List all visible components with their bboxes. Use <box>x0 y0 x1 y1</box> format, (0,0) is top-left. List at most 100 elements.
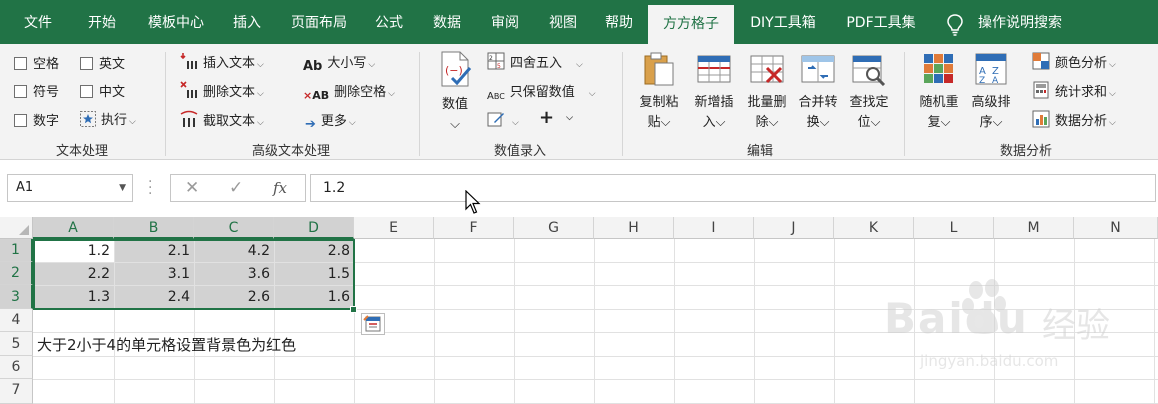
watermark-cn: 经验 <box>1042 306 1110 346</box>
find-locate-button[interactable]: 查找定 位⌵ <box>842 52 896 133</box>
svg-text:(−): (−) <box>445 64 463 77</box>
column-header-j[interactable]: J <box>754 217 834 239</box>
chevron-down-icon: ⌵ <box>660 115 671 130</box>
value-button[interactable]: (−) 数值 ⌵ <box>432 50 478 135</box>
name-box[interactable]: A1 ▼ <box>7 174 133 202</box>
color-analysis-button[interactable]: 颜色分析 ⌵ <box>1032 52 1116 71</box>
tab-review[interactable]: 审阅 <box>482 0 528 44</box>
chevron-down-icon: ⌵ <box>388 89 395 99</box>
tab-page-layout[interactable]: 页面布局 <box>282 0 356 44</box>
tab-pdf-tools[interactable]: PDF工具集 <box>834 0 928 44</box>
copy-paste-button[interactable]: 复制粘 贴⌵ <box>632 52 686 133</box>
column-header-a[interactable]: A <box>33 217 114 239</box>
more-button[interactable]: ➔ 更多 ⌵ <box>305 110 356 132</box>
column-header-d[interactable]: D <box>274 217 354 239</box>
more-label: 更多 <box>320 114 347 129</box>
batch-delete-button[interactable]: 批量删 除⌵ <box>740 52 794 133</box>
tab-diy-toolbox[interactable]: DIY工具箱 <box>744 0 822 44</box>
checkbox-symbol[interactable]: 符号 <box>14 81 59 100</box>
column-header-l[interactable]: L <box>914 217 994 239</box>
advanced-sort-button[interactable]: AZZA 高级排 序⌵ <box>964 52 1018 133</box>
column-header-m[interactable]: M <box>994 217 1074 239</box>
cancel-icon[interactable]: ✕ <box>185 178 199 198</box>
column-header-h[interactable]: H <box>594 217 674 239</box>
checkbox-box[interactable] <box>80 57 93 70</box>
quick-analysis-button[interactable] <box>361 313 385 335</box>
column-header-e[interactable]: E <box>354 217 434 239</box>
execute-button[interactable]: 执行 ⌵ <box>80 109 136 128</box>
formula-input[interactable]: 1.2 <box>310 174 1156 202</box>
execute-label: 执行 <box>101 113 128 128</box>
chevron-down-icon: ⌵ <box>566 113 573 123</box>
tab-insert[interactable]: 插入 <box>224 0 270 44</box>
tab-fangfanggezi[interactable]: 方方格子 <box>648 5 734 44</box>
row-header-6[interactable]: 6 <box>0 356 33 379</box>
tab-formulas[interactable]: 公式 <box>366 0 412 44</box>
stat-sum-button[interactable]: 统计求和 ⌵ <box>1032 81 1116 100</box>
confirm-icon[interactable]: ✓ <box>229 178 243 198</box>
tab-home[interactable]: 开始 <box>76 0 128 44</box>
plus-button[interactable]: + ⌵ <box>539 107 573 128</box>
checkbox-box[interactable] <box>14 57 27 70</box>
column-header-k[interactable]: K <box>834 217 914 239</box>
color-analysis-label: 颜色分析 <box>1055 56 1108 71</box>
insert-text-button[interactable]: 插入文本 ⌵ <box>180 52 264 71</box>
column-header-b[interactable]: B <box>114 217 194 239</box>
column-header-g[interactable]: G <box>514 217 594 239</box>
formula-bar: A1 ▼ · · · ✕ ✓ fx 1.2 <box>0 161 1158 217</box>
insert-function-icon[interactable]: fx <box>273 179 287 197</box>
group-label-edit: 编辑 <box>746 144 773 159</box>
tab-view[interactable]: 视图 <box>540 0 586 44</box>
delete-space-button[interactable]: ×AB 删除空格 ⌵ <box>303 81 395 102</box>
column-header-f[interactable]: F <box>434 217 514 239</box>
checkbox-english-label: 英文 <box>99 57 126 72</box>
chevron-down-icon: ⌵ <box>588 89 596 99</box>
delete-text-button[interactable]: 删除文本 ⌵ <box>180 81 264 100</box>
row-header-7[interactable]: 7 <box>0 379 33 404</box>
cell-a5[interactable]: 大于2小于4的单元格设置背景色为红色 <box>37 334 296 356</box>
chevron-down-icon: ⌵ <box>368 60 376 70</box>
baidu-jingyan-watermark: Baidu 经验 jingyan.baidu.com <box>884 274 1144 384</box>
checkbox-english[interactable]: 英文 <box>80 53 125 72</box>
column-header-c[interactable]: C <box>194 217 274 239</box>
case-button[interactable]: Ab 大小写 ⌵ <box>303 52 375 74</box>
data-analysis-button[interactable]: 数据分析 ⌵ <box>1032 110 1116 129</box>
keep-value-button[interactable]: ABC 只保留数值 ⌵ <box>487 81 596 102</box>
row-header-1[interactable]: 1 <box>0 239 33 262</box>
row-header-3[interactable]: 3 <box>0 285 33 309</box>
round-button[interactable]: 2 5 四舍五入 ⌵ <box>487 52 583 71</box>
tab-help[interactable]: 帮助 <box>596 0 642 44</box>
batch-delete-label-2: 除⌵ <box>755 115 779 130</box>
find-locate-label: 查找定 <box>849 95 889 110</box>
add-insert-button[interactable]: 新增插 入⌵ <box>687 52 741 133</box>
column-header-i[interactable]: I <box>674 217 754 239</box>
tab-template-center[interactable]: 模板中心 <box>140 0 212 44</box>
fill-handle[interactable] <box>350 306 357 313</box>
random-repeat-button[interactable]: 随机重 复⌵ <box>912 52 966 133</box>
tab-data[interactable]: 数据 <box>424 0 470 44</box>
advanced-sort-label: 高级排 <box>971 95 1011 110</box>
select-all-corner[interactable] <box>0 217 33 239</box>
edit-value-button[interactable]: ⌵ <box>487 110 519 129</box>
checkbox-box[interactable] <box>14 85 27 98</box>
column-header-n[interactable]: N <box>1074 217 1158 239</box>
insert-text-icon <box>180 53 197 69</box>
checkbox-space-label: 空格 <box>33 57 60 72</box>
checkbox-number[interactable]: 数字 <box>14 110 59 129</box>
checkbox-box[interactable] <box>80 85 93 98</box>
extract-text-button[interactable]: 截取文本 ⌵ <box>180 110 264 129</box>
merge-convert-button[interactable]: 合并转 换⌵ <box>791 52 845 133</box>
row-header-2[interactable]: 2 <box>0 262 33 285</box>
star-icon <box>80 111 96 127</box>
chevron-down-icon: ⌵ <box>257 60 264 70</box>
chevron-down-icon[interactable]: ▼ <box>119 175 126 201</box>
row-header-4[interactable]: 4 <box>0 309 33 332</box>
checkbox-chinese[interactable]: 中文 <box>80 81 125 100</box>
tab-file[interactable]: 文件 <box>12 0 64 44</box>
row-header-5[interactable]: 5 <box>0 332 33 356</box>
checkbox-box[interactable] <box>14 114 27 127</box>
tell-me-search[interactable]: 操作说明搜索 <box>946 0 1062 44</box>
ribbon: 空格 英文 符号 中文 数字 执行 ⌵ 文本处理 插入文本 ⌵ 删除文本 ⌵ 截取文本… <box>0 44 1158 160</box>
tell-me-label: 操作说明搜索 <box>978 15 1062 31</box>
checkbox-space[interactable]: 空格 <box>14 53 59 72</box>
